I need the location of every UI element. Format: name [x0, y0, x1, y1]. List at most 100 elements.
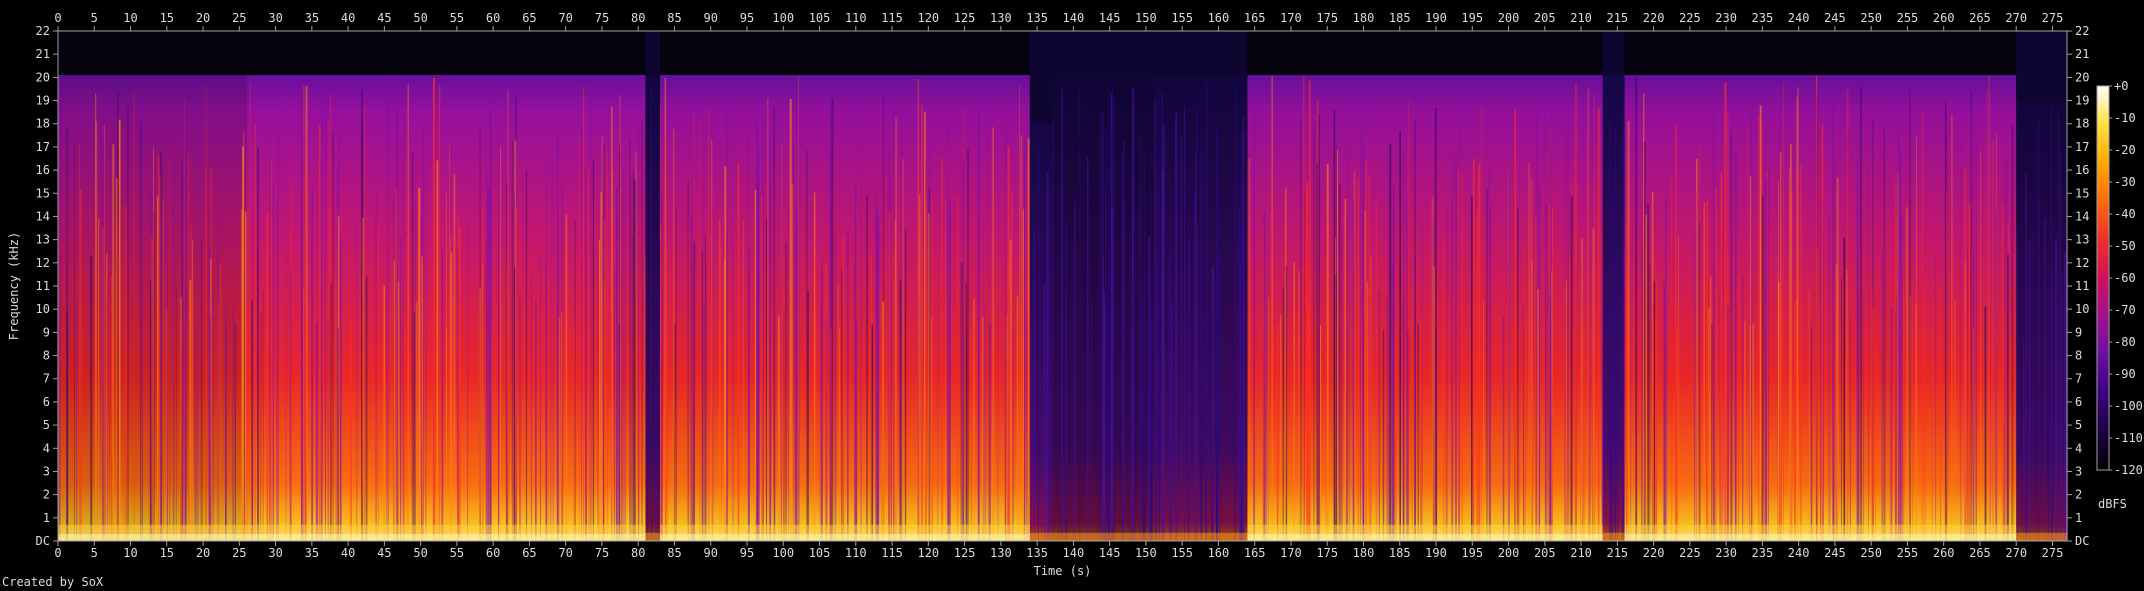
y-tick-label-right: 3 [2075, 464, 2082, 478]
x-tick-label-top: 65 [522, 11, 536, 25]
x-tick-label-top: 125 [954, 11, 976, 25]
y-tick-label-left: 10 [36, 302, 50, 316]
x-axis-label: Time (s) [1034, 564, 1092, 578]
spectrogram-section-0 [58, 31, 247, 542]
colorbar-tick-label: -20 [2114, 143, 2136, 157]
x-tick-label-top: 5 [91, 11, 98, 25]
x-tick-label-bottom: 195 [1461, 546, 1483, 560]
x-tick-label-bottom: 250 [1860, 546, 1882, 560]
x-tick-label-bottom: 10 [123, 546, 137, 560]
colorbar [2096, 85, 2110, 471]
x-tick-label-top: 180 [1353, 11, 1375, 25]
x-tick-label-top: 130 [990, 11, 1012, 25]
y-tick-label-right: 21 [2075, 47, 2089, 61]
x-tick-label-bottom: 20 [196, 546, 210, 560]
x-tick-label-bottom: 75 [595, 546, 609, 560]
colorbar-tick-label: +0 [2114, 79, 2128, 93]
x-tick-label-top: 30 [268, 11, 282, 25]
x-tick-label-bottom: 120 [917, 546, 939, 560]
colorbar-tick-label: -40 [2114, 207, 2136, 221]
spectrogram-figure: 0 5 10 15 20 25 30 35 40 45 50 55 60 65 70 75 80 85 90 95 10… [7, 11, 2143, 578]
y-tick-label-left: 15 [36, 186, 50, 200]
spectrogram-section-9 [1624, 31, 2017, 542]
x-tick-label-bottom: 270 [2005, 546, 2027, 560]
x-tick-label-top: 190 [1425, 11, 1447, 25]
x-tick-label-top: 205 [1534, 11, 1556, 25]
x-tick-label-bottom: 260 [1933, 546, 1955, 560]
x-tick-label-top: 60 [486, 11, 500, 25]
x-tick-label-top: 240 [1788, 11, 1810, 25]
footer-credit: Created by SoX [2, 575, 104, 589]
x-tick-label-top: 115 [881, 11, 903, 25]
y-tick-label-right: 14 [2075, 209, 2089, 223]
x-tick-label-top: 35 [305, 11, 319, 25]
x-tick-label-bottom: 145 [1099, 546, 1121, 560]
x-tick-label-bottom: 100 [772, 546, 794, 560]
x-tick-label-bottom: 5 [91, 546, 98, 560]
y-tick-label-left: 17 [36, 140, 50, 154]
x-tick-label-bottom: 85 [667, 546, 681, 560]
spectrogram-section-2 [645, 31, 660, 542]
y-tick-label-right: 5 [2075, 418, 2082, 432]
y-tick-label-left: 5 [43, 418, 50, 432]
x-tick-label-bottom: 155 [1171, 546, 1193, 560]
y-tick-label-right: 4 [2075, 441, 2082, 455]
y-tick-label-right: 7 [2075, 372, 2082, 386]
y-tick-label-left: 22 [36, 24, 50, 38]
y-tick-label-right: 1 [2075, 511, 2082, 525]
x-tick-label-top: 260 [1933, 11, 1955, 25]
colorbar-ticks: +0 -10 -20 -30 -40 -50 -60 -70 -80 -90 -100 -110 -12… [2109, 79, 2143, 477]
y-tick-label-left: 16 [36, 163, 50, 177]
y-tick-label-left: 9 [43, 325, 50, 339]
y-tick-label-left: 14 [36, 209, 50, 223]
x-tick-label-top: 175 [1316, 11, 1338, 25]
y-tick-label-right: 16 [2075, 163, 2089, 177]
x-tick-label-bottom: 115 [881, 546, 903, 560]
x-tick-label-top: 135 [1026, 11, 1048, 25]
x-tick-label-bottom: 30 [268, 546, 282, 560]
x-tick-label-top: 245 [1824, 11, 1846, 25]
spectrogram-section-7 [1247, 31, 1604, 542]
x-tick-label-top: 160 [1208, 11, 1230, 25]
spectrogram-section-8 [1602, 31, 1625, 542]
x-tick-label-bottom: 25 [232, 546, 246, 560]
spectrogram-section-6 [1153, 31, 1248, 542]
x-axis-top: 0 5 10 15 20 25 30 35 40 45 50 55 60 65 70 75 80 85 90 95 10… [54, 11, 2063, 31]
x-tick-label-bottom: 240 [1788, 546, 1810, 560]
x-tick-label-top: 45 [377, 11, 391, 25]
y-axis-label: Frequency (kHz) [7, 232, 21, 340]
x-tick-label-bottom: 185 [1389, 546, 1411, 560]
colorbar-tick-label: -120 [2114, 463, 2143, 477]
x-tick-label-bottom: 95 [740, 546, 754, 560]
x-tick-label-top: 225 [1679, 11, 1701, 25]
x-tick-label-top: 10 [123, 11, 137, 25]
x-tick-label-top: 75 [595, 11, 609, 25]
x-tick-label-bottom: 275 [2042, 546, 2064, 560]
y-tick-label-right: 9 [2075, 325, 2082, 339]
x-tick-label-bottom: 220 [1643, 546, 1665, 560]
y-tick-label-right: 8 [2075, 349, 2082, 363]
x-tick-label-top: 20 [196, 11, 210, 25]
y-tick-label-right: 13 [2075, 233, 2089, 247]
y-tick-label-right: 18 [2075, 117, 2089, 131]
x-tick-label-top: 235 [1752, 11, 1774, 25]
y-tick-label-left: 2 [43, 488, 50, 502]
x-tick-label-top: 145 [1099, 11, 1121, 25]
y-tick-label-left: 6 [43, 395, 50, 409]
x-tick-label-top: 140 [1063, 11, 1085, 25]
x-tick-label-top: 55 [450, 11, 464, 25]
x-tick-label-bottom: 80 [631, 546, 645, 560]
colorbar-tick-label: -100 [2114, 399, 2143, 413]
x-tick-label-bottom: 125 [954, 546, 976, 560]
y-tick-label-right: 10 [2075, 302, 2089, 316]
x-tick-label-top: 265 [1969, 11, 1991, 25]
x-tick-label-bottom: 175 [1316, 546, 1338, 560]
x-tick-label-top: 215 [1606, 11, 1628, 25]
x-tick-label-top: 210 [1570, 11, 1592, 25]
colorbar-tick-label: -110 [2114, 431, 2143, 445]
y-tick-label-right: DC [2075, 534, 2089, 548]
y-tick-label-right: 17 [2075, 140, 2089, 154]
spectrogram-section-10 [2016, 31, 2069, 542]
x-tick-label-bottom: 105 [809, 546, 831, 560]
y-tick-label-left: 11 [36, 279, 50, 293]
